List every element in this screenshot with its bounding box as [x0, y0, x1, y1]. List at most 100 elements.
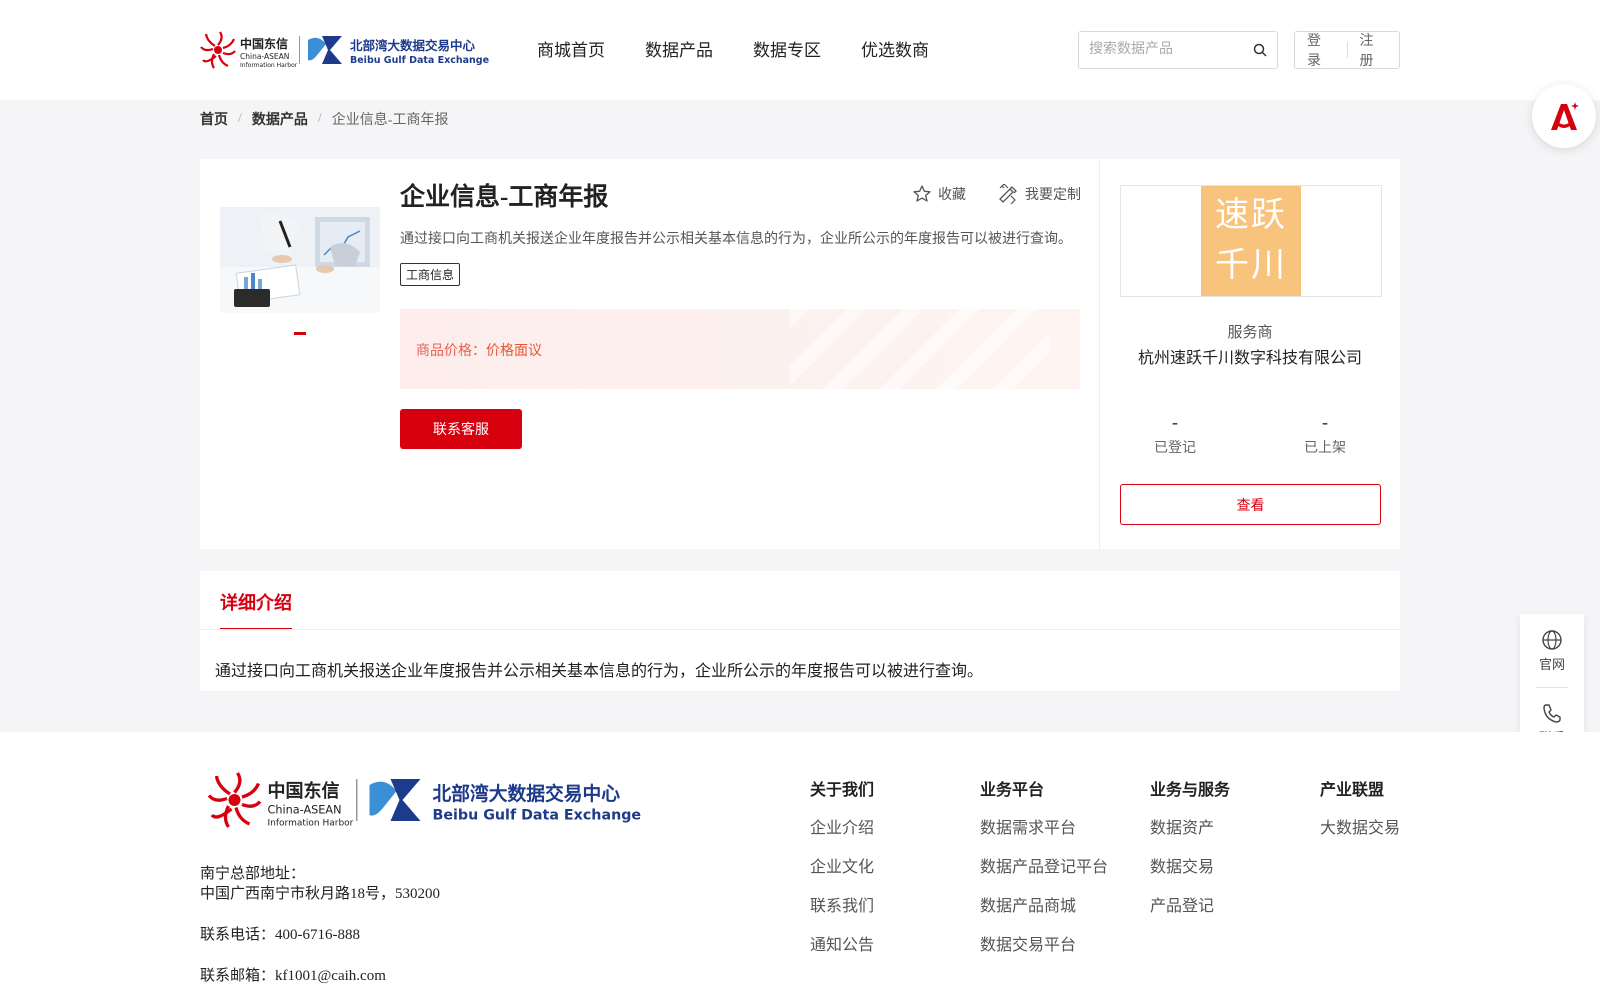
phone-icon — [1543, 704, 1561, 723]
contact-email: 联系邮箱：kf1001@caih.com — [200, 968, 386, 984]
product-tag: 工商信息 — [400, 263, 461, 286]
footer-col-title: 业务与服务 — [1150, 782, 1231, 799]
product-description: 通过接口向工商机关报送企业年度报告并公示相关基本信息的行为，企业所公示的年度报告… — [400, 232, 1072, 247]
breadcrumb-current: 企业信息-工商年报 — [331, 113, 449, 128]
provider-logo: 速跃 千川 — [1201, 186, 1301, 296]
svg-text:China-ASEAN: China-ASEAN — [240, 52, 289, 61]
provider-logo-box: 速跃 千川 — [1120, 185, 1382, 297]
contact-phone: 联系电话：400-6716-888 — [200, 927, 360, 943]
footer-col-title: 产业联盟 — [1320, 782, 1385, 799]
footer-link[interactable]: 产品登记 — [1150, 896, 1230, 917]
globe-icon — [1542, 630, 1562, 650]
ai-assistant-icon — [1551, 102, 1579, 130]
price-info: 商品价格：价格面议 — [416, 340, 542, 360]
logo-graphic: 中国东信 China-ASEAN Information Harbor 北部湾大… — [200, 31, 489, 69]
stat-registered-value: - — [1172, 412, 1178, 432]
main-nav: 商城首页 数据产品 数据专区 优选数商 — [537, 36, 969, 61]
detail-card: 详细介绍 通过接口向工商机关报送企业年度报告并公示相关基本信息的行为，企业所公示… — [200, 571, 1400, 691]
footer-link[interactable]: 企业介绍 — [810, 818, 874, 839]
search-icon — [1253, 43, 1267, 57]
svg-text:北部湾大数据交易中心: 北部湾大数据交易中心 — [350, 38, 476, 53]
breadcrumb-home[interactable]: 首页 — [200, 109, 228, 129]
customize-label: 我要定制 — [1025, 188, 1081, 203]
carousel-indicator[interactable] — [294, 332, 306, 335]
address-value: 中国广西南宁市秋月路18号，530200 — [200, 886, 441, 902]
stat-registered: - 已登记 — [1125, 412, 1225, 457]
stat-listed: - 已上架 — [1275, 412, 1375, 457]
footer-link[interactable]: 数据资产 — [1150, 818, 1230, 839]
site-footer: 中国东信 China-ASEAN Information Harbor 北部湾大… — [0, 732, 1600, 1000]
view-provider-button[interactable]: 查看 — [1120, 484, 1381, 525]
search-button[interactable] — [1244, 32, 1276, 68]
product-info: 企业信息-工商年报 收藏 我要定制 通过接口向工商机关报送企业年度报告并公示相关… — [200, 159, 1100, 549]
breadcrumb: 首页 / 数据产品 / 企业信息-工商年报 — [200, 109, 448, 129]
svg-text:中国东信: 中国东信 — [240, 36, 288, 51]
nav-mall-home[interactable]: 商城首页 — [537, 36, 605, 61]
stat-listed-value: - — [1322, 412, 1328, 432]
product-image — [220, 207, 380, 313]
provider-logo-line1: 速跃 — [1215, 197, 1287, 234]
search-input[interactable] — [1079, 32, 1244, 68]
provider-panel: 速跃 千川 服务商 杭州速跃千川数字科技有限公司 - 已登记 - 已上架 查看 — [1100, 159, 1400, 549]
customize-icon — [999, 184, 1017, 204]
footer-link[interactable]: 数据产品商城 — [980, 896, 1108, 917]
product-card: 企业信息-工商年报 收藏 我要定制 通过接口向工商机关报送企业年度报告并公示相关… — [200, 159, 1400, 549]
nav-data-zone[interactable]: 数据专区 — [753, 36, 821, 61]
footer-link[interactable]: 通知公告 — [810, 935, 874, 956]
footer-link[interactable]: 联系我们 — [810, 896, 874, 917]
footer-col-title: 业务平台 — [980, 782, 1045, 799]
svg-text:Beibu Gulf Data Exchange: Beibu Gulf Data Exchange — [433, 808, 642, 824]
stat-registered-label: 已登记 — [1154, 441, 1196, 456]
login-link[interactable]: 登录 — [1295, 30, 1347, 70]
floating-divider — [1536, 687, 1568, 688]
footer-col-alliance: 产业联盟 大数据交易 — [1320, 776, 1400, 857]
customize-button[interactable]: 我要定制 — [997, 184, 1081, 204]
footer-logo: 中国东信 China-ASEAN Information Harbor 北部湾大… — [200, 770, 662, 835]
footer-link[interactable]: 企业文化 — [810, 857, 874, 878]
breadcrumb-separator: / — [317, 111, 322, 126]
provider-label: 服务商 — [1227, 325, 1273, 341]
footer-link[interactable]: 数据需求平台 — [980, 818, 1108, 839]
detail-divider — [200, 629, 1400, 630]
footer-link[interactable]: 数据交易平台 — [980, 935, 1108, 956]
address-label: 南宁总部地址： — [200, 866, 306, 882]
provider-logo-line2: 千川 — [1215, 247, 1287, 284]
footer-col-title: 关于我们 — [810, 782, 875, 799]
official-site-label: 官网 — [1538, 657, 1565, 672]
breadcrumb-products[interactable]: 数据产品 — [252, 109, 308, 129]
favorite-button[interactable]: 收藏 — [912, 184, 966, 204]
site-header: 中国东信 China-ASEAN Information Harbor 北部湾大… — [0, 0, 1600, 100]
contact-service-button[interactable]: 联系客服 — [400, 409, 522, 449]
ai-assistant-button[interactable] — [1532, 84, 1596, 148]
nav-data-products[interactable]: 数据产品 — [645, 36, 713, 61]
svg-text:Information Harbor: Information Harbor — [240, 62, 298, 69]
product-thumbnail[interactable] — [220, 207, 380, 313]
register-link[interactable]: 注册 — [1348, 30, 1400, 70]
favorite-label: 收藏 — [938, 188, 966, 203]
nav-preferred-vendors[interactable]: 优选数商 — [861, 36, 929, 61]
site-logo[interactable]: 中国东信 China-ASEAN Information Harbor 北部湾大… — [200, 30, 498, 70]
svg-text:China-ASEAN: China-ASEAN — [268, 804, 342, 817]
svg-text:北部湾大数据交易中心: 北部湾大数据交易中心 — [433, 782, 621, 805]
footer-logo-graphic: 中国东信 China-ASEAN Information Harbor 北部湾大… — [207, 772, 642, 829]
price-panel-decoration — [790, 309, 1050, 389]
detail-text: 通过接口向工商机关报送企业年度报告并公示相关基本信息的行为，企业所公示的年度报告… — [215, 663, 984, 680]
official-site-link[interactable]: 官网 — [1520, 629, 1584, 673]
svg-text:Beibu Gulf Data Exchange: Beibu Gulf Data Exchange — [350, 55, 489, 66]
footer-link[interactable]: 大数据交易 — [1320, 818, 1400, 839]
footer-link[interactable]: 数据交易 — [1150, 857, 1230, 878]
auth-box: 登录 注册 — [1294, 31, 1400, 69]
price-label: 商品价格： — [416, 344, 486, 359]
svg-text:中国东信: 中国东信 — [268, 780, 340, 802]
breadcrumb-separator: / — [238, 111, 242, 126]
provider-name: 杭州速跃千川数字科技有限公司 — [1137, 350, 1362, 367]
price-panel: 商品价格：价格面议 — [400, 309, 1080, 389]
svg-text:Information Harbor: Information Harbor — [268, 819, 354, 829]
footer-col-platforms: 业务平台 数据需求平台 数据产品登记平台 数据产品商城 数据交易平台 — [980, 776, 1108, 974]
footer-link[interactable]: 数据产品登记平台 — [980, 857, 1108, 878]
tab-detail-intro[interactable]: 详细介绍 — [220, 589, 292, 630]
footer-col-about: 关于我们 企业介绍 企业文化 联系我们 通知公告 — [810, 776, 874, 974]
search-box — [1078, 31, 1278, 69]
price-value: 价格面议 — [486, 344, 542, 359]
product-title: 企业信息-工商年报 — [400, 184, 609, 211]
